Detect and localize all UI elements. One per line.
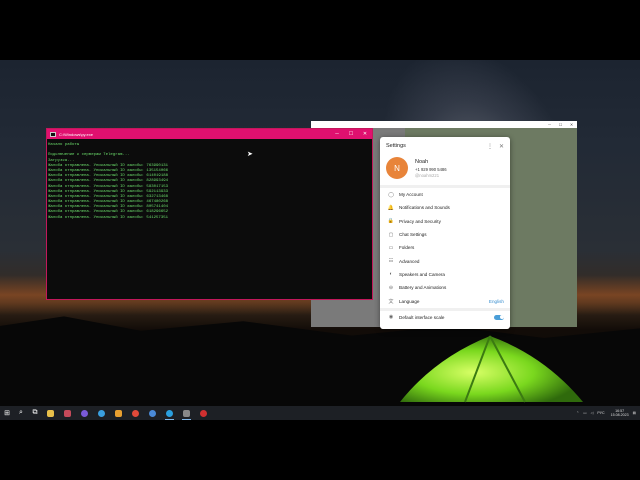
bell-icon: 🔔 xyxy=(387,204,395,211)
profile-username: @noahm221 xyxy=(415,172,440,178)
close-icon[interactable]: ✕ xyxy=(358,129,372,139)
settings-title: Settings xyxy=(386,143,406,149)
console-title: C:\Windows\py.exe xyxy=(59,131,93,137)
settings-item-label: Notifications and Sounds xyxy=(399,205,450,211)
settings-item-battery-and-animations[interactable]: ⊖ Battery and Animations xyxy=(380,281,510,294)
settings-item-label: Privacy and Security xyxy=(399,218,441,224)
profile-phone: +1 929 990 5486 xyxy=(415,166,447,172)
volume-icon[interactable]: ◁ xyxy=(591,411,594,415)
maximize-icon[interactable]: ☐ xyxy=(344,129,358,139)
settings-item-privacy-and-security[interactable]: 🔒 Privacy and Security xyxy=(380,215,510,228)
taskbar-app-3[interactable] xyxy=(93,406,110,420)
settings-item-label: Language xyxy=(399,298,420,304)
settings-item-advanced[interactable]: ☷ Advanced xyxy=(380,254,510,267)
default-scale-row[interactable]: ◉ Default interface scale xyxy=(380,311,510,324)
settings-item-label: Chat Settings xyxy=(399,232,427,238)
close-icon[interactable]: ✕ xyxy=(566,122,577,127)
telegram-titlebar: ─ ☐ ✕ xyxy=(311,121,577,128)
settings-dialog: Settings ⋮ ✕ N Noah +1 929 990 5486 @noa… xyxy=(380,137,510,329)
settings-menu: ◯ My Account 🔔 Notifications and Sounds 🔒 Pri… xyxy=(380,188,510,308)
folder-icon xyxy=(47,409,54,417)
taskbar-app-chrome[interactable] xyxy=(127,406,144,420)
app-icon xyxy=(200,409,207,417)
app-icon xyxy=(64,409,71,417)
taskbar: ⊞ ⌕ ⧉ ⌃ ▭ ◁ РУС 16:57 15.08.2023 ▤ xyxy=(0,406,640,420)
sliders-icon: ☷ xyxy=(388,258,394,265)
system-tray: ⌃ ▭ ◁ РУС 16:57 15.08.2023 ▤ xyxy=(572,406,636,420)
minimize-icon[interactable]: ─ xyxy=(544,122,555,127)
telegram-icon xyxy=(166,409,173,417)
close-icon[interactable]: ✕ xyxy=(499,143,504,150)
profile-name: Noah xyxy=(415,158,429,165)
settings-header: Settings ⋮ ✕ xyxy=(380,137,510,155)
notifications-icon[interactable]: ▤ xyxy=(633,411,636,415)
taskbar-app-console[interactable] xyxy=(178,406,195,420)
console-app-icon xyxy=(50,131,56,137)
settings-item-chat-settings[interactable]: ▢ Chat Settings xyxy=(380,228,510,241)
taskbar-app-6[interactable] xyxy=(195,406,212,420)
settings-item-label: Speakers and Camera xyxy=(399,271,445,277)
app-icon xyxy=(98,409,105,417)
letterbox-bottom xyxy=(0,420,640,480)
settings-item-language[interactable]: 文 Language English xyxy=(380,294,510,307)
settings-item-speakers-and-camera[interactable]: ◐ Speakers and Camera xyxy=(380,268,510,281)
console-line: Жалоба отправлена. Уникальный ID жалобы:… xyxy=(48,215,169,220)
speaker-icon: ◐ xyxy=(389,271,393,278)
app-icon xyxy=(115,409,122,417)
settings-item-folders[interactable]: ▭ Folders xyxy=(380,241,510,254)
letterbox-top xyxy=(0,0,640,60)
battery-icon: ⊖ xyxy=(388,284,394,291)
settings-item-value: English xyxy=(488,298,504,304)
tray-language[interactable]: РУС xyxy=(597,411,604,415)
network-icon[interactable]: ▭ xyxy=(583,411,586,415)
settings-item-label: Advanced xyxy=(399,258,420,264)
search-icon[interactable]: ⌕ xyxy=(14,406,28,420)
chrome-icon xyxy=(132,409,139,417)
settings-item-label: Battery and Animations xyxy=(399,285,447,291)
chat-icon: ▢ xyxy=(388,231,394,238)
mouse-cursor-icon: ➤ xyxy=(247,151,253,158)
maximize-icon[interactable]: ☐ xyxy=(555,122,566,127)
console-window: C:\Windows\py.exe ─ ☐ ✕ Начало работы По… xyxy=(47,129,372,299)
minimize-icon[interactable]: ─ xyxy=(330,129,344,139)
default-scale-label: Default interface scale xyxy=(399,314,445,320)
default-scale-toggle[interactable] xyxy=(494,314,504,320)
lock-icon: 🔒 xyxy=(387,218,395,225)
folder-icon: ▭ xyxy=(388,244,394,251)
profile-info: Noah +1 929 990 5486 @noahm221 xyxy=(415,159,447,178)
task-view-icon[interactable]: ⧉ xyxy=(28,406,42,420)
settings-item-label: My Account xyxy=(399,192,423,198)
clock-date: 15.08.2023 xyxy=(610,413,629,417)
settings-item-my-account[interactable]: ◯ My Account xyxy=(380,188,510,201)
more-options-icon[interactable]: ⋮ xyxy=(487,143,493,150)
settings-item-notifications-and-sounds[interactable]: 🔔 Notifications and Sounds xyxy=(380,201,510,214)
console-icon xyxy=(183,409,190,417)
tent-illustration xyxy=(400,335,583,403)
console-titlebar[interactable]: C:\Windows\py.exe ─ ☐ ✕ xyxy=(47,129,372,139)
console-output: Начало работы Подключение к серверам Tel… xyxy=(47,139,372,225)
avatar[interactable]: N xyxy=(386,157,408,179)
taskbar-app-4[interactable] xyxy=(110,406,127,420)
taskbar-app-2[interactable] xyxy=(76,406,93,420)
user-icon: ◯ xyxy=(388,191,394,198)
clock[interactable]: 16:57 15.08.2023 xyxy=(611,409,629,418)
tray-chevron-icon[interactable]: ⌃ xyxy=(576,411,579,415)
eye-icon: ◉ xyxy=(388,314,394,321)
taskbar-app-telegram[interactable] xyxy=(161,406,178,420)
taskbar-app-1[interactable] xyxy=(59,406,76,420)
windows-start-icon[interactable]: ⊞ xyxy=(0,406,14,420)
settings-item-label: Folders xyxy=(399,245,415,251)
taskbar-app-5[interactable] xyxy=(144,406,161,420)
profile-card[interactable]: N Noah +1 929 990 5486 @noahm221 xyxy=(380,155,510,185)
taskbar-app-explorer[interactable] xyxy=(42,406,59,420)
language-icon: 文 xyxy=(388,298,394,305)
app-icon xyxy=(81,409,88,417)
app-icon xyxy=(149,409,156,417)
